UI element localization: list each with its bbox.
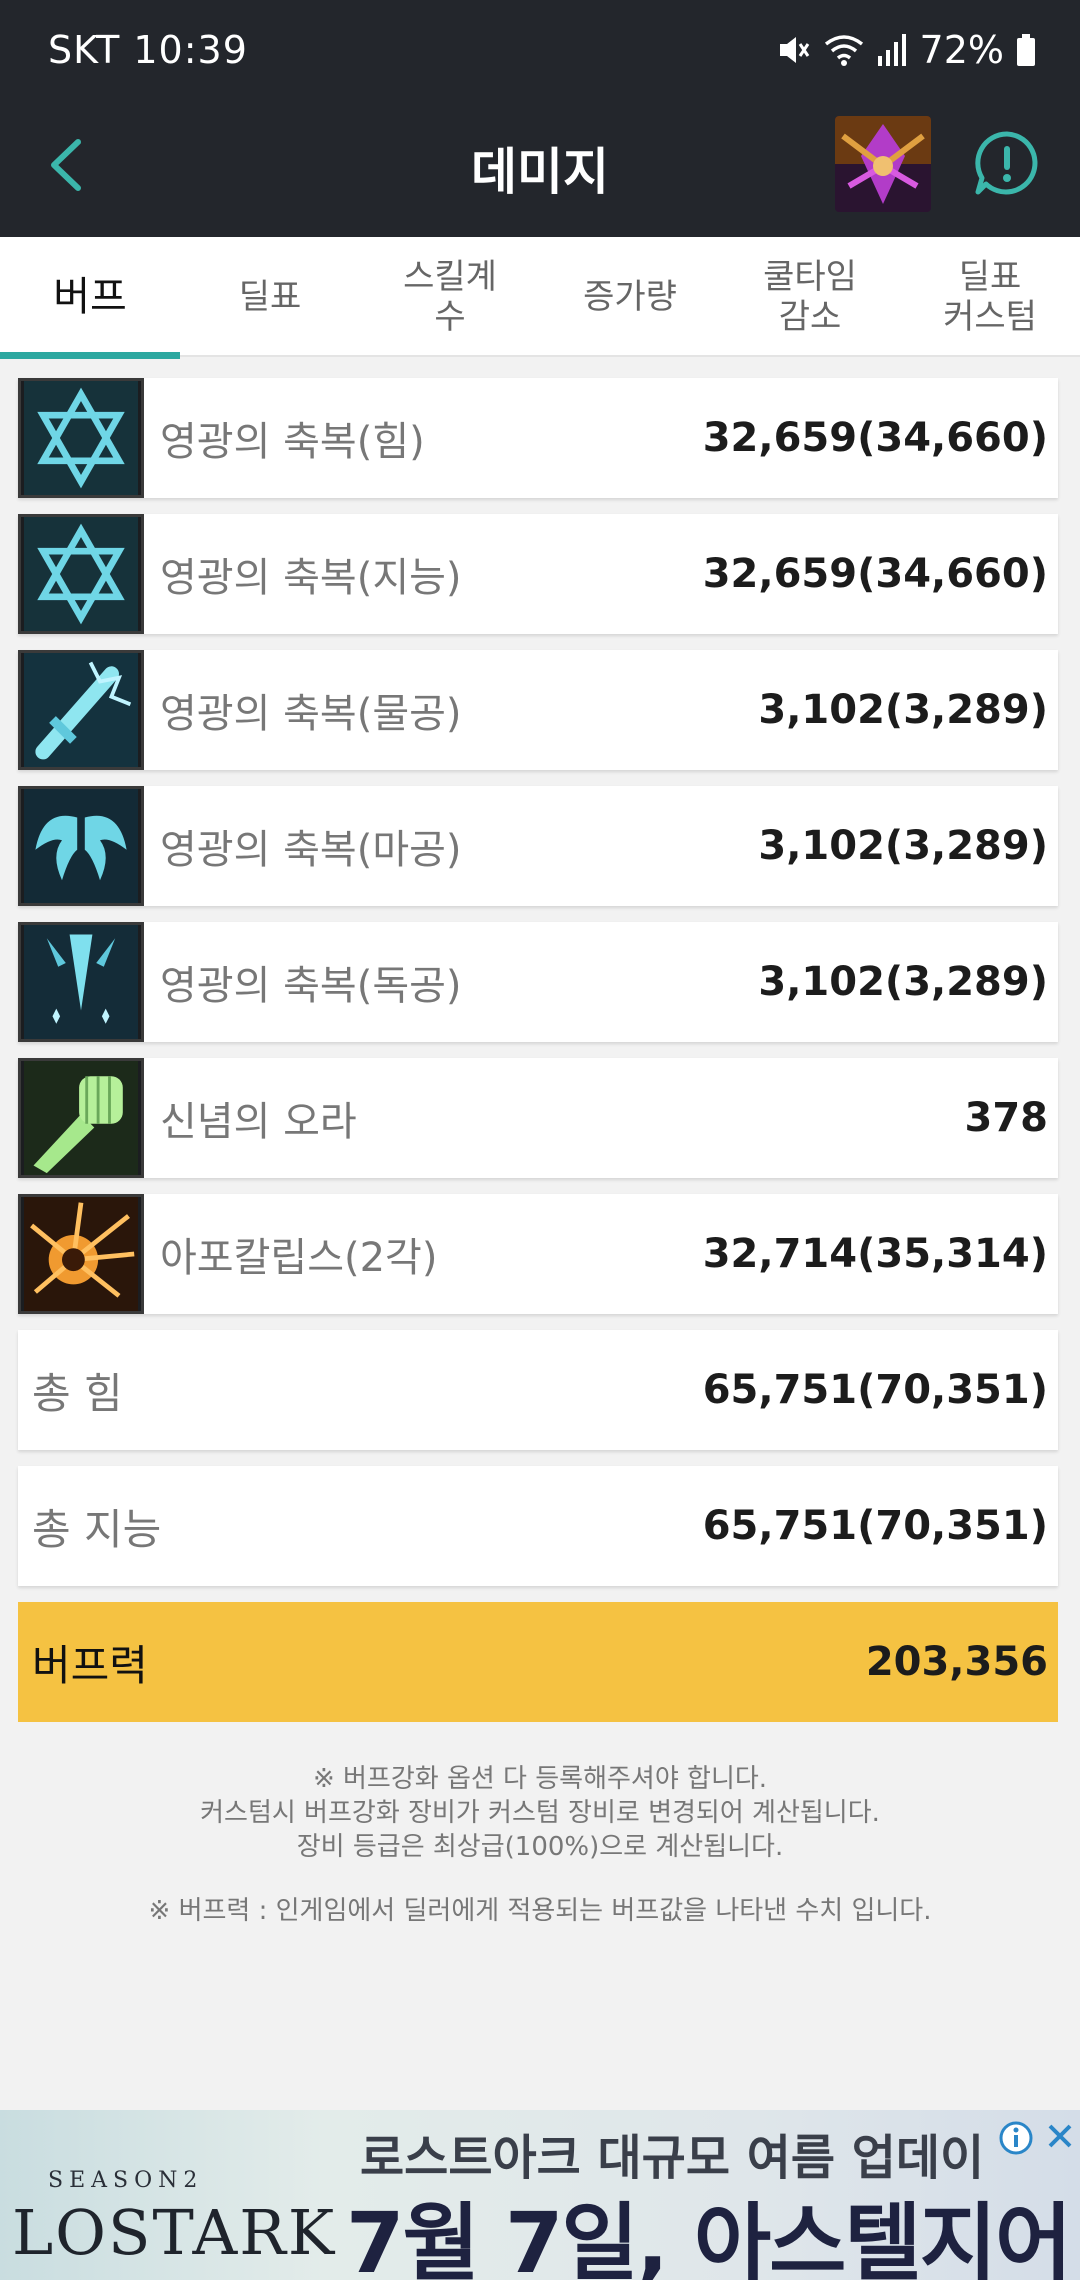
wifi-icon [824, 35, 863, 66]
total-int-label: 총 지능 [32, 1504, 162, 1554]
carrier-time: SKT 10:39 [48, 28, 248, 72]
character-avatar[interactable] [835, 116, 931, 212]
ad-info-icon[interactable] [998, 2120, 1034, 2156]
list-item: 영광의 축복(물공) 3,102(3,289) [18, 650, 1058, 770]
status-bar: SKT 10:39 72% [0, 0, 1080, 110]
buff-value: 3,102(3,289) [758, 959, 1048, 1005]
buff-power-value: 203,356 [865, 1639, 1048, 1685]
total-str-label: 총 힘 [32, 1368, 123, 1418]
ad-big-text: 7월 7일, 아스텔지어 [346, 2194, 1072, 2280]
tab-bar: 버프 딜표 스킬계 수 증가량 쿨타임 감소 딜표 커스텀 [0, 237, 1080, 359]
star-icon [18, 514, 144, 634]
buff-value: 32,659(34,660) [702, 551, 1048, 597]
buff-power-row: 버프력 203,356 [18, 1602, 1058, 1722]
tab-cooldown-reduction[interactable]: 쿨타임 감소 [720, 237, 900, 357]
status-icons: 72% [776, 28, 1036, 72]
buff-value: 32,714(35,314) [702, 1231, 1048, 1277]
buff-power-label: 버프력 [32, 1640, 148, 1690]
buff-list: 영광의 축복(힘) 32,659(34,660) 영광의 축복(지능) 32,6… [18, 378, 1058, 1738]
buff-value: 3,102(3,289) [758, 823, 1048, 869]
buff-name: 영광의 축복(독공) [160, 963, 462, 1009]
total-int-row: 총 지능 65,751(70,351) [18, 1466, 1058, 1586]
note-line: 커스텀시 버프강화 장비가 커스텀 장비로 변경되어 계산됩니다. [200, 1798, 880, 1828]
feedback-icon[interactable] [974, 130, 1040, 196]
buff-name: 영광의 축복(마공) [160, 827, 462, 873]
star-icon [18, 378, 144, 498]
buff-name: 신념의 오라 [160, 1099, 357, 1145]
buff-name: 영광의 축복(힘) [160, 419, 425, 465]
buff-name: 아포칼립스(2각) [160, 1235, 438, 1281]
ad-banner[interactable]: SEASON2 LOSTARK 로스트아크 대규모 여름 업데이 7월 7일, … [0, 2110, 1080, 2280]
blade-icon [18, 922, 144, 1042]
note-line: ※ 버프력 : 인게임에서 딜러에게 적용되는 버프값을 나타낸 수치 입니다. [148, 1896, 932, 1926]
footnotes: ※ 버프강화 옵션 다 등록해주셔야 합니다. 커스텀시 버프강화 장비가 커스… [0, 1762, 1080, 1928]
signal-icon [877, 34, 906, 66]
fist-icon [18, 1058, 144, 1178]
app-bar: SKT 10:39 72% 데미지 [0, 0, 1080, 237]
list-item: 영광의 축복(독공) 3,102(3,289) [18, 922, 1058, 1042]
wings-icon [18, 786, 144, 906]
burst-icon [18, 1194, 144, 1314]
list-item: 아포칼립스(2각) 32,714(35,314) [18, 1194, 1058, 1314]
buff-name: 영광의 축복(물공) [160, 691, 462, 737]
buff-value: 3,102(3,289) [758, 687, 1048, 733]
total-int-value: 65,751(70,351) [702, 1503, 1048, 1549]
sword-icon [18, 650, 144, 770]
list-item: 영광의 축복(힘) 32,659(34,660) [18, 378, 1058, 498]
tab-increase[interactable]: 증가량 [540, 237, 720, 357]
battery-percent: 72% [919, 28, 1004, 72]
buff-value: 32,659(34,660) [702, 415, 1048, 461]
total-str-row: 총 힘 65,751(70,351) [18, 1330, 1058, 1450]
ad-close-icon[interactable] [1042, 2118, 1078, 2154]
total-str-value: 65,751(70,351) [702, 1367, 1048, 1413]
tab-deal-table[interactable]: 딜표 [180, 237, 360, 357]
note-line: ※ 버프강화 옵션 다 등록해주셔야 합니다. [312, 1764, 768, 1794]
buff-value: 378 [964, 1095, 1049, 1141]
list-item: 영광의 축복(마공) 3,102(3,289) [18, 786, 1058, 906]
tab-buff[interactable]: 버프 [0, 237, 180, 359]
mute-icon [779, 37, 809, 63]
tab-deal-custom[interactable]: 딜표 커스텀 [900, 237, 1080, 357]
tab-skill-coefficient[interactable]: 스킬계 수 [360, 237, 540, 357]
ad-logo-season: SEASON2 [48, 2168, 204, 2193]
note-line: 장비 등급은 최상급(100%)으로 계산됩니다. [296, 1832, 784, 1862]
list-item: 영광의 축복(지능) 32,659(34,660) [18, 514, 1058, 634]
buff-name: 영광의 축복(지능) [160, 555, 462, 601]
class-emblem-icon [835, 116, 931, 212]
battery-icon [1017, 34, 1035, 66]
ad-logo: LOSTARK [12, 2196, 337, 2269]
toolbar: 데미지 [0, 110, 1080, 237]
list-item: 신념의 오라 378 [18, 1058, 1058, 1178]
